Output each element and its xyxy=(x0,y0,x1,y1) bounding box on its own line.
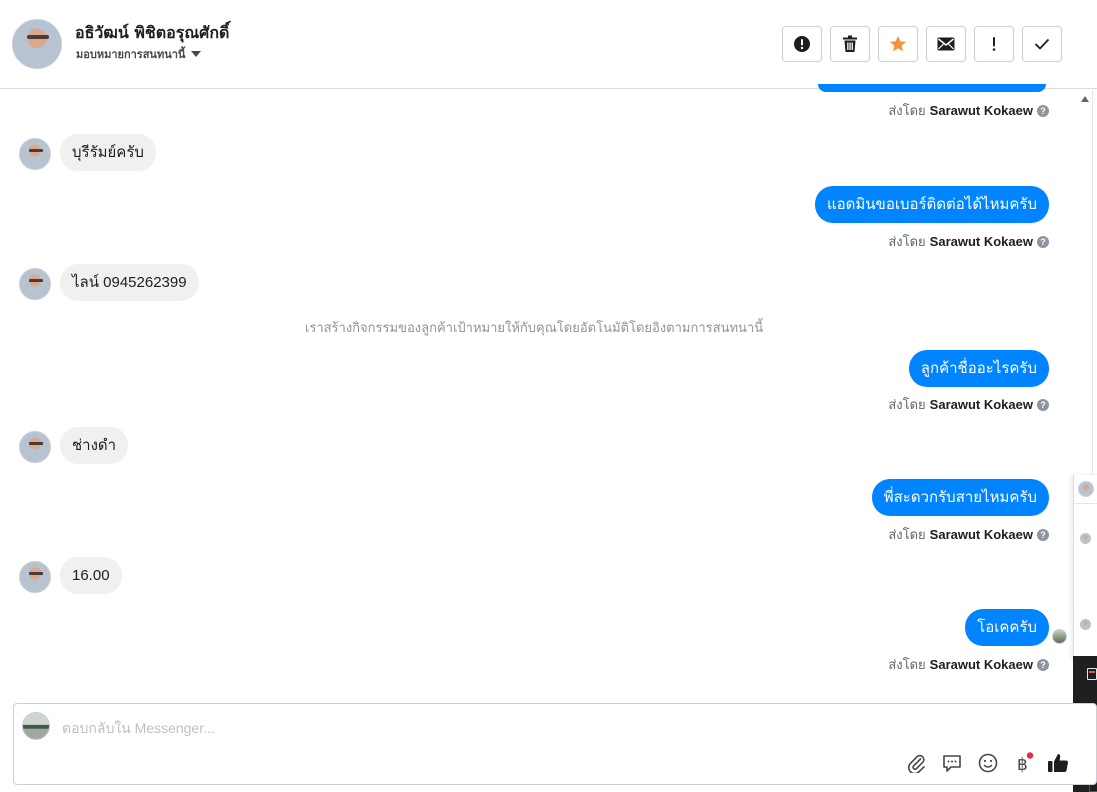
mark-done-button[interactable] xyxy=(1022,26,1062,62)
popup-avatar[interactable] xyxy=(1078,481,1094,497)
help-icon[interactable]: ? xyxy=(1037,235,1049,248)
exclamation-icon xyxy=(992,37,996,51)
sent-by-label: ส่งโดย Sarawut Kokaew ? xyxy=(888,231,1049,252)
sender-name: Sarawut Kokaew xyxy=(929,103,1033,118)
saved-reply-button[interactable] xyxy=(940,751,964,775)
contact-avatar[interactable] xyxy=(12,19,62,69)
contact-avatar-small[interactable] xyxy=(19,561,51,593)
mark-unread-button[interactable] xyxy=(926,26,966,62)
incoming-message: บุรีรัมย์ครับ xyxy=(60,134,156,171)
sender-name: Sarawut Kokaew xyxy=(929,397,1033,412)
messenger-conversation: อธิวัฒน์ พิชิตอรุณศักดิ์ มอบหมายการสนทนา… xyxy=(0,0,1097,792)
page-avatar xyxy=(22,712,50,740)
baht-payment-icon: ฿ xyxy=(1017,752,1034,774)
side-chat-popup xyxy=(1073,475,1097,660)
caret-down-icon xyxy=(191,51,202,57)
payment-button[interactable]: ฿ xyxy=(1012,751,1036,775)
follow-up-button[interactable] xyxy=(974,26,1014,62)
assign-conversation-dropdown[interactable]: มอบหมายการสนทนานี้ xyxy=(76,45,202,63)
envelope-icon xyxy=(937,37,955,51)
delete-button[interactable] xyxy=(830,26,870,62)
help-icon[interactable]: ? xyxy=(1037,104,1049,117)
reply-input[interactable] xyxy=(62,718,962,738)
alert-circle-icon xyxy=(794,36,810,52)
outgoing-message: แอดมินขอเบอร์ติดต่อได้ไหมครับ xyxy=(815,186,1049,223)
sent-by-label: ส่งโดย Sarawut Kokaew ? xyxy=(888,394,1049,415)
trash-icon xyxy=(843,35,857,52)
sender-name: Sarawut Kokaew xyxy=(929,657,1033,672)
previous-outgoing-bubble xyxy=(818,84,1046,92)
paperclip-icon xyxy=(908,754,925,773)
popup-divider xyxy=(1074,503,1097,504)
sender-name: Sarawut Kokaew xyxy=(929,234,1033,249)
star-button[interactable] xyxy=(878,26,918,62)
incoming-message: 16.00 xyxy=(60,557,122,594)
spam-button[interactable] xyxy=(782,26,822,62)
popup-message-avatar xyxy=(1080,619,1091,630)
contact-name[interactable]: อธิวัฒน์ พิชิตอรุณศักดิ์ xyxy=(75,21,229,46)
assign-label: มอบหมายการสนทนานี้ xyxy=(76,48,186,61)
sent-by-label: ส่งโดย Sarawut Kokaew ? xyxy=(888,100,1049,121)
help-icon[interactable]: ? xyxy=(1037,398,1049,411)
reply-composer: ฿ xyxy=(13,703,1097,785)
outgoing-message: โอเคครับ xyxy=(965,609,1049,646)
help-icon[interactable]: ? xyxy=(1037,658,1049,671)
emoji-button[interactable] xyxy=(976,751,1000,775)
like-icon xyxy=(1048,754,1069,773)
popup-message-avatar xyxy=(1080,533,1091,544)
seen-indicator-avatar xyxy=(1052,629,1067,644)
contact-avatar-small[interactable] xyxy=(19,431,51,463)
contact-avatar-small[interactable] xyxy=(19,268,51,300)
svg-text:฿: ฿ xyxy=(1017,755,1028,774)
like-button[interactable] xyxy=(1046,751,1070,775)
check-icon xyxy=(1034,38,1050,50)
saved-reply-icon xyxy=(943,755,961,772)
scroll-up-arrow-icon[interactable] xyxy=(1081,96,1089,102)
outgoing-message: ลูกค้าชื่ออะไรครับ xyxy=(908,350,1049,387)
conversation-header: อธิวัฒน์ พิชิตอรุณศักดิ์ มอบหมายการสนทนา… xyxy=(0,0,1097,89)
incoming-message: ไลน์ 0945262399 xyxy=(60,264,199,301)
sent-by-label: ส่งโดย Sarawut Kokaew ? xyxy=(888,654,1049,675)
sent-by-label: ส่งโดย Sarawut Kokaew ? xyxy=(888,524,1049,545)
outgoing-message: พี่สะดวกรับสายไหมครับ xyxy=(871,479,1049,516)
contact-avatar-small[interactable] xyxy=(19,138,51,170)
attach-button[interactable] xyxy=(904,751,928,775)
calendar-icon xyxy=(1087,668,1097,680)
system-message: เราสร้างกิจกรรมของลูกค้าเป้าหมายให้กับคุ… xyxy=(304,320,764,335)
scrollbar-track[interactable] xyxy=(1092,90,1093,475)
help-icon[interactable]: ? xyxy=(1037,528,1049,541)
incoming-message: ช่างดำ xyxy=(60,427,129,464)
sender-name: Sarawut Kokaew xyxy=(929,527,1033,542)
emoji-icon xyxy=(978,753,998,773)
star-icon xyxy=(890,36,906,52)
